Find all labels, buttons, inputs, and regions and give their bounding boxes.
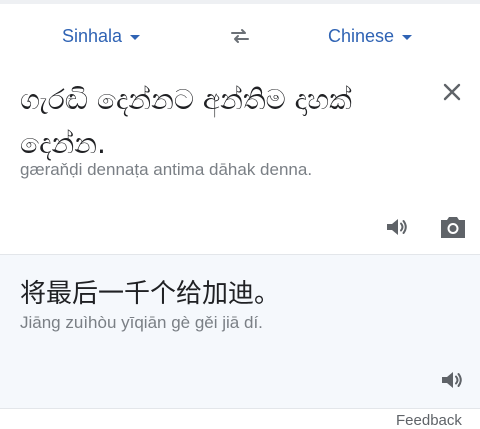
camera-icon[interactable] (439, 214, 467, 240)
speaker-icon[interactable] (439, 367, 465, 393)
source-language-label: Sinhala (62, 26, 123, 46)
target-language-selector[interactable]: Chinese (328, 26, 413, 47)
source-panel: ගැරඬි දෙන්නට අන්තිම දාහක් දෙන්න. gæraňḍi… (0, 64, 480, 254)
language-bar: Sinhala Chinese (0, 8, 480, 64)
translation-panel: 将最后一千个给加迪。 Jiāng zuìhòu yīqiān gè gěi ji… (0, 255, 480, 408)
bottom-divider (0, 408, 480, 409)
translation-transliteration: Jiāng zuìhòu yīqiān gè gěi jiā dí. (20, 313, 263, 332)
close-icon[interactable] (440, 80, 464, 104)
chevron-down-icon (402, 35, 413, 40)
target-language-label: Chinese (328, 26, 395, 46)
swap-languages-icon[interactable] (228, 24, 252, 48)
chevron-down-icon (130, 35, 141, 40)
source-language-selector[interactable]: Sinhala (62, 26, 141, 47)
source-transliteration: gæraňḍi dennaṭa antima dāhak denna. (20, 160, 313, 179)
source-text[interactable]: ගැරඬි දෙන්නට අන්තිම දාහක් දෙන්න. (20, 78, 420, 166)
feedback-link[interactable]: Feedback (396, 412, 462, 429)
translation-text[interactable]: 将最后一千个给加迪。 (20, 273, 280, 310)
top-divider (0, 0, 480, 4)
speaker-icon[interactable] (384, 214, 410, 240)
